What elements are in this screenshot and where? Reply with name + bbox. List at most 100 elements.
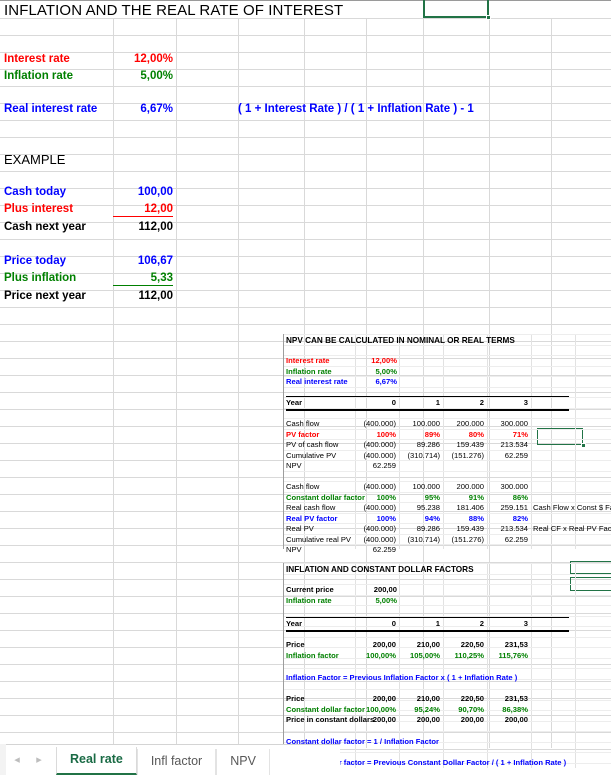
plus-inflation-value[interactable]: 5,33 xyxy=(113,270,173,286)
interest-rate-value[interactable]: 12,00% xyxy=(113,51,173,68)
npv-rate-value[interactable]: 5,00% xyxy=(355,367,397,377)
tab-next-arrow-icon[interactable]: ▸ xyxy=(28,748,50,772)
current-price-value[interactable]: 200,00 xyxy=(355,585,397,595)
inflation-row-value[interactable]: 100,00% xyxy=(355,651,396,661)
npv-real-row-value[interactable]: 82% xyxy=(487,514,528,524)
npv-row-value[interactable]: 62.259 xyxy=(487,451,528,461)
constant-dollar-row-value[interactable]: 231,53 xyxy=(487,694,528,704)
row-gridline xyxy=(0,256,611,257)
npv-row-value[interactable]: 213.534 xyxy=(487,440,528,450)
inflation-row-value[interactable]: 200,00 xyxy=(355,640,396,650)
active-cell-selection-top[interactable] xyxy=(423,0,491,20)
inflation-row-value[interactable]: 220,50 xyxy=(443,640,484,650)
npv-real-row-value[interactable]: (400.000) xyxy=(355,524,396,534)
npv-real-row-value[interactable]: 200.000 xyxy=(443,482,484,492)
row-gridline xyxy=(0,290,611,291)
npv-real-row-value[interactable]: (400.000) xyxy=(355,503,396,513)
constant-dollar-row-value[interactable]: 220,50 xyxy=(443,694,484,704)
constant-dollar-row-value[interactable]: 200,00 xyxy=(443,715,484,725)
npv-real-row-value[interactable]: 88% xyxy=(443,514,484,524)
sheet-tab-infl-factor[interactable]: Infl factor xyxy=(136,749,217,775)
npv-real-row-value[interactable]: 100.000 xyxy=(399,482,440,492)
npv-row-value[interactable]: 71% xyxy=(487,430,528,440)
panel-inflation-rate-value[interactable]: 5,00% xyxy=(355,596,397,606)
npv-row-value[interactable]: 100.000 xyxy=(399,419,440,429)
npv-real-row-value[interactable]: (151.276) xyxy=(443,535,484,545)
inflation-row-value[interactable]: 105,00% xyxy=(399,651,440,661)
npv-real-row-value[interactable]: (310.714) xyxy=(399,535,440,545)
npv-rate-value[interactable]: 12,00% xyxy=(355,356,397,366)
interest-rate-label: Interest rate xyxy=(4,53,70,65)
npv-real-row-value[interactable]: 259.151 xyxy=(487,503,528,513)
plus-interest-value[interactable]: 12,00 xyxy=(113,201,173,217)
npv-real-row-value[interactable]: 95.238 xyxy=(399,503,440,513)
npv-row-value[interactable]: 89% xyxy=(399,430,440,440)
npv-row-value[interactable]: (400.000) xyxy=(355,440,396,450)
npv-row-value[interactable]: 100% xyxy=(355,430,396,440)
price-today-value[interactable]: 106,67 xyxy=(113,253,173,270)
inflation-row-value[interactable]: 231,53 xyxy=(487,640,528,650)
npv-row-value[interactable]: 200.000 xyxy=(443,419,484,429)
row-gridline xyxy=(0,188,611,189)
cash-next-year-value[interactable]: 112,00 xyxy=(113,219,173,236)
npv-real-row-value[interactable]: 100% xyxy=(355,493,396,503)
sheet-tab-bar[interactable]: ◂ ▸ Real rate Infl factor NPV xyxy=(0,744,340,775)
npv-row-value[interactable]: (400.000) xyxy=(355,419,396,429)
cash-today-value[interactable]: 100,00 xyxy=(113,184,173,201)
npv-real-row-value[interactable]: 91% xyxy=(443,493,484,503)
real-interest-rate-formula: ( 1 + Interest Rate ) / ( 1 + Inflation … xyxy=(238,103,474,115)
npv-row-value[interactable]: 80% xyxy=(443,430,484,440)
constant-dollar-row-value[interactable]: 86,38% xyxy=(487,705,528,715)
constant-dollar-row-value[interactable]: 100,00% xyxy=(355,705,396,715)
npv-row-label: NPV xyxy=(286,461,302,470)
constant-dollar-row-value[interactable]: 200,00 xyxy=(487,715,528,725)
npv-real-row-value[interactable]: 94% xyxy=(399,514,440,524)
sheet-tab-npv[interactable]: NPV xyxy=(216,749,270,775)
npv-real-row-value[interactable]: (400.000) xyxy=(355,535,396,545)
constant-dollar-row-value[interactable]: 200,00 xyxy=(399,715,440,725)
tab-prev-arrow-icon[interactable]: ◂ xyxy=(6,748,28,772)
npv-real-row-value[interactable]: 86% xyxy=(487,493,528,503)
npv-real-row-value[interactable]: 159.439 xyxy=(443,524,484,534)
npv-real-row-value[interactable]: (400.000) xyxy=(355,482,396,492)
npv-real-row-label: Real PV factor xyxy=(286,513,338,523)
npv-row-value[interactable]: (400.000) xyxy=(355,451,396,461)
npv-real-row-value[interactable]: 213.534 xyxy=(487,524,528,534)
tab-scroll-gutter[interactable] xyxy=(0,744,6,775)
tab-list[interactable]: Real rate Infl factor NPV xyxy=(56,747,270,775)
npv-real-row-value[interactable]: 181.406 xyxy=(443,503,484,513)
npv-row-value[interactable]: 159.439 xyxy=(443,440,484,450)
constant-dollar-row-value[interactable]: 210,00 xyxy=(399,694,440,704)
npv-row-value[interactable]: (151.276) xyxy=(443,451,484,461)
constant-dollar-row-value[interactable]: 200,00 xyxy=(355,694,396,704)
npv-real-row-value[interactable]: 62.259 xyxy=(487,535,528,545)
price-next-year-value[interactable]: 112,00 xyxy=(113,288,173,305)
npv-real-row-value[interactable]: 100% xyxy=(355,514,396,524)
spreadsheet-canvas[interactable]: INFLATION AND THE REAL RATE OF INTEREST … xyxy=(0,0,611,775)
real-interest-rate-value[interactable]: 6,67% xyxy=(113,101,173,118)
panel-left-edge xyxy=(283,563,284,768)
constant-dollar-row-value[interactable]: 200,00 xyxy=(355,715,396,725)
npv-row-value[interactable]: 300.000 xyxy=(487,419,528,429)
tab-nav-arrows[interactable]: ◂ ▸ xyxy=(0,744,56,775)
npv-row-value[interactable]: 89.286 xyxy=(399,440,440,450)
inflation-row-value[interactable]: 110,25% xyxy=(443,651,484,661)
npv-row-value[interactable]: (310.714) xyxy=(399,451,440,461)
constant-dollar-row-value[interactable]: 95,24% xyxy=(399,705,440,715)
npv-real-row-value[interactable]: 300.000 xyxy=(487,482,528,492)
fill-handle[interactable] xyxy=(486,15,491,20)
column-gridline xyxy=(113,18,114,748)
npv-real-row-value[interactable]: 89.286 xyxy=(399,524,440,534)
inflation-row-value[interactable]: 115,76% xyxy=(487,651,528,661)
npv-row-label: Cumulative PV xyxy=(286,450,337,460)
inflation-rate-value[interactable]: 5,00% xyxy=(113,68,173,85)
npv-rate-value[interactable]: 6,67% xyxy=(355,377,397,387)
inflation-row-value[interactable]: 210,00 xyxy=(399,640,440,650)
npv-real-row-label: Real cash flow xyxy=(286,503,336,512)
npv-real-row-value[interactable]: 95% xyxy=(399,493,440,503)
constant-dollar-row-value[interactable]: 90,70% xyxy=(443,705,484,715)
page-title: INFLATION AND THE REAL RATE OF INTEREST xyxy=(4,2,344,19)
npv-real-row-value[interactable]: 62.259 xyxy=(355,545,396,555)
sheet-tab-real-rate[interactable]: Real rate xyxy=(56,747,137,775)
npv-row-value[interactable]: 62.259 xyxy=(355,461,396,471)
